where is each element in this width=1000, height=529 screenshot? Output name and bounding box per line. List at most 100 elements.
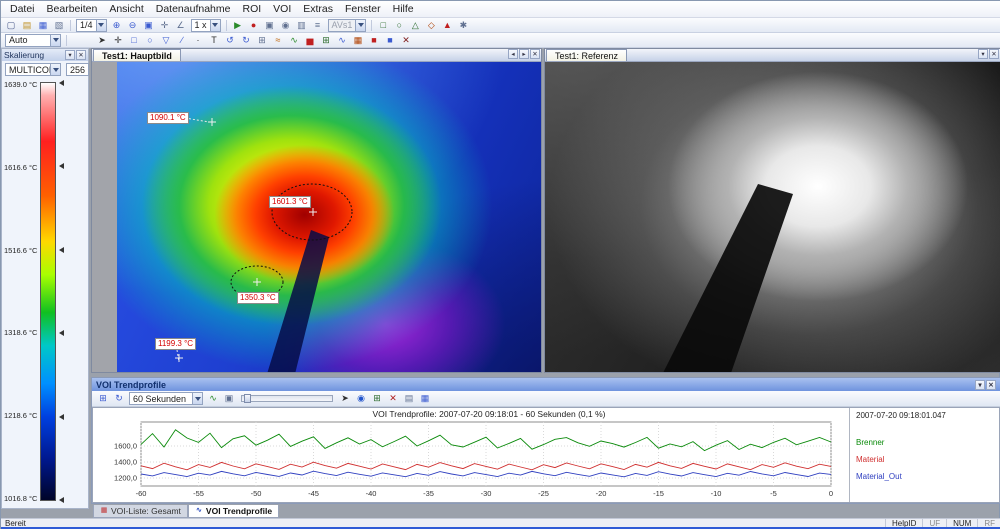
scale-marker-icon-3[interactable]: [59, 330, 64, 336]
menu-voi[interactable]: VOI: [267, 2, 297, 16]
voi-icon[interactable]: ◇: [423, 19, 439, 32]
trend-position-slider[interactable]: [241, 395, 333, 402]
tab-hauptbild[interactable]: Test1: Hauptbild: [93, 49, 181, 61]
temperature-annotation[interactable]: 1090.1 °C: [147, 112, 189, 124]
zoom-fit-icon[interactable]: ▣: [141, 19, 157, 32]
table-icon[interactable]: ⊞: [318, 34, 334, 47]
print-icon[interactable]: ▤: [401, 392, 417, 405]
scroll-right-button[interactable]: ▸: [519, 49, 529, 59]
play-icon[interactable]: ▶: [230, 19, 246, 32]
palette-combo[interactable]: MULTICOLOF: [5, 63, 61, 76]
menu-ansicht[interactable]: Ansicht: [103, 2, 149, 16]
clear-icon[interactable]: ✕: [385, 392, 401, 405]
roi-ellipse-icon[interactable]: ○: [391, 19, 407, 32]
line-tool-icon[interactable]: ∕: [174, 34, 190, 47]
new-file-icon[interactable]: ▢: [3, 19, 19, 32]
menu-bearbeiten[interactable]: Bearbeiten: [41, 2, 104, 16]
menu-fenster[interactable]: Fenster: [339, 2, 387, 16]
zoom-fraction-combo[interactable]: 1/4: [76, 19, 107, 32]
open-file-icon[interactable]: ▤: [19, 19, 35, 32]
dropdown-arrow-icon[interactable]: [355, 20, 365, 31]
auto-scaling-combo[interactable]: Auto: [5, 34, 61, 47]
color-scale-bar[interactable]: [40, 82, 56, 501]
tab-voi-trendprofile[interactable]: ∿ VOI Trendprofile: [188, 505, 279, 518]
histogram-icon[interactable]: ≡: [310, 19, 326, 32]
scaling-panel-header[interactable]: Skalierung ▾✕: [2, 49, 88, 61]
interval-combo[interactable]: 60 Sekunden: [129, 392, 203, 405]
cursor-icon[interactable]: ➤: [337, 392, 353, 405]
close-button[interactable]: ✕: [986, 380, 996, 390]
scale-factor-combo[interactable]: 1 x: [191, 19, 221, 32]
table-icon[interactable]: ⊞: [369, 392, 385, 405]
profile-icon[interactable]: ∿: [286, 34, 302, 47]
rotate-left-icon[interactable]: ↺: [222, 34, 238, 47]
scroll-left-button[interactable]: ◂: [508, 49, 518, 59]
rotate-right-icon[interactable]: ↻: [238, 34, 254, 47]
dropdown-arrow-icon[interactable]: [192, 393, 202, 404]
pin-button[interactable]: ▾: [975, 380, 985, 390]
dropdown-arrow-icon[interactable]: [50, 35, 60, 46]
menu-button[interactable]: ▾: [978, 49, 988, 59]
Material[interactable]: Material: [856, 455, 902, 464]
crosshair-icon[interactable]: ✛: [110, 34, 126, 47]
roi-polygon-icon[interactable]: △: [407, 19, 423, 32]
palette-icon[interactable]: ▦: [350, 34, 366, 47]
measure-icon[interactable]: ∠: [173, 19, 189, 32]
flag-blue-icon[interactable]: ■: [382, 34, 398, 47]
menu-extras[interactable]: Extras: [297, 2, 339, 16]
temperature-annotation[interactable]: 1601.3 °C: [269, 196, 311, 208]
copy-icon[interactable]: ▣: [221, 392, 237, 405]
menu-datei[interactable]: Datei: [4, 2, 41, 16]
scale-marker-icon-1[interactable]: [59, 163, 64, 169]
Material_Out[interactable]: Material_Out: [856, 472, 902, 481]
scale-marker-icon-0[interactable]: [59, 80, 64, 86]
scale-marker-icon-5[interactable]: [59, 497, 64, 503]
levels-combo[interactable]: 256: [66, 63, 89, 76]
record-icon[interactable]: ●: [246, 19, 262, 32]
roi-rect-icon[interactable]: □: [375, 19, 391, 32]
refresh-icon[interactable]: ↻: [111, 392, 127, 405]
profile-icon[interactable]: ∿: [205, 392, 221, 405]
snapshot-icon[interactable]: ◉: [278, 19, 294, 32]
menu-roi[interactable]: ROI: [236, 2, 267, 16]
close-button[interactable]: ✕: [76, 50, 86, 60]
dropdown-arrow-icon[interactable]: [96, 20, 106, 31]
avs-combo[interactable]: AVs1: [328, 19, 367, 32]
point-tool-icon[interactable]: ·: [190, 34, 206, 47]
chart-icon[interactable]: ∿: [334, 34, 350, 47]
trend-panel-header[interactable]: VOI Trendprofile ▾✕: [92, 378, 1000, 391]
temperature-annotation[interactable]: 1350.3 °C: [237, 292, 279, 304]
close-button[interactable]: ✕: [989, 49, 999, 59]
pan-icon[interactable]: ✛: [157, 19, 173, 32]
grid-icon[interactable]: ⊞: [254, 34, 270, 47]
print-icon[interactable]: ▧: [51, 19, 67, 32]
menu-hilfe[interactable]: Hilfe: [387, 2, 420, 16]
zoom-out-icon[interactable]: ⊖: [125, 19, 141, 32]
reference-image[interactable]: [545, 62, 1000, 372]
polygon-tool-icon[interactable]: ▽: [158, 34, 174, 47]
film-icon[interactable]: ▥: [294, 19, 310, 32]
temperature-annotation[interactable]: 1199.3 °C: [155, 338, 196, 350]
alarm-icon[interactable]: ▲: [439, 19, 455, 32]
isotherm-icon[interactable]: ≈: [270, 34, 286, 47]
pin-button[interactable]: ▾: [65, 50, 75, 60]
scale-marker-icon-4[interactable]: [59, 414, 64, 420]
scale-marker-icon-2[interactable]: [59, 247, 64, 253]
eye-icon[interactable]: ◉: [353, 392, 369, 405]
slider-thumb[interactable]: [244, 394, 251, 403]
tab-referenz[interactable]: Test1: Referenz: [546, 49, 627, 61]
tab-voi-liste[interactable]: ▦ VOI-Liste: Gesamt: [93, 505, 188, 518]
text-tool-icon[interactable]: T: [206, 34, 222, 47]
settings-icon[interactable]: ✱: [455, 19, 471, 32]
camera-icon[interactable]: ▣: [262, 19, 278, 32]
save-icon[interactable]: ▦: [35, 19, 51, 32]
menu-datenaufnahme[interactable]: Datenaufnahme: [150, 2, 237, 16]
trend-chart[interactable]: -60-55-50-45-40-35-30-25-20-15-10-501600…: [95, 419, 843, 501]
pointer-icon[interactable]: ➤: [94, 34, 110, 47]
thermal-image[interactable]: [117, 62, 541, 372]
dropdown-arrow-icon[interactable]: [50, 64, 60, 75]
zoom-in-icon[interactable]: ⊕: [109, 19, 125, 32]
rect-tool-icon[interactable]: □: [126, 34, 142, 47]
Brenner[interactable]: Brenner: [856, 438, 902, 447]
dock-icon[interactable]: ⊞: [95, 392, 111, 405]
